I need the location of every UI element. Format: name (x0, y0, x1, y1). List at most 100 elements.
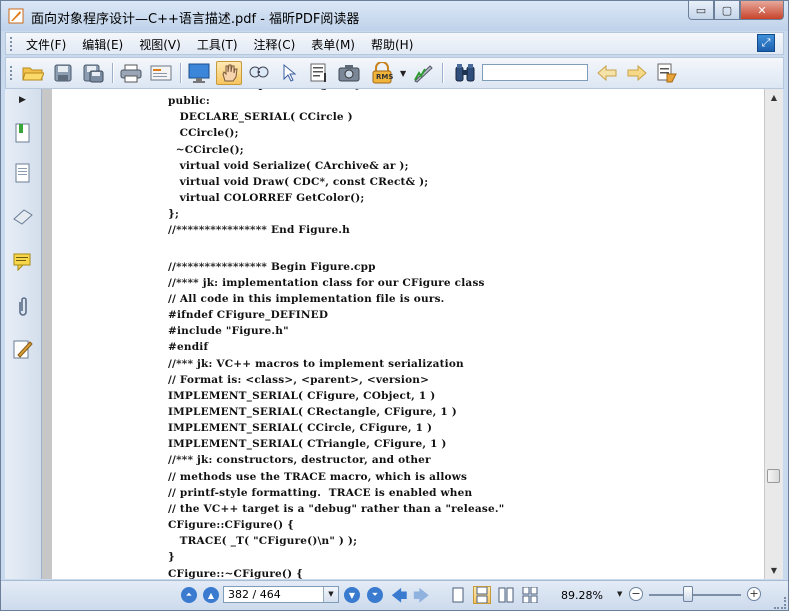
menu-form[interactable]: 表单(M) (311, 36, 355, 53)
code-line: // methods use the TRACE macro, which is… (168, 470, 468, 483)
comments-tab[interactable] (11, 251, 35, 275)
layers-icon (13, 209, 33, 225)
code-line: //**************** End Figure.h (168, 224, 350, 237)
menu-view[interactable]: 视图(V) (139, 36, 181, 53)
zoom-tool-icon (249, 66, 269, 78)
code-line: IMPLEMENT_SERIAL( CFigure, CObject, 1 ) (168, 389, 436, 402)
code-line: IMPLEMENT_SERIAL( CTriangle, CFigure, 1 … (168, 438, 447, 451)
menu-items: 文件(F) 编辑(E) 视图(V) 工具(T) 注释(C) 表单(M) 帮助(H… (26, 36, 429, 53)
facing-pages-icon (498, 587, 514, 603)
menu-tools[interactable]: 工具(T) (197, 36, 238, 53)
toolbar-separator (112, 63, 114, 83)
minimize-button[interactable]: ▭ (688, 1, 714, 20)
restore-view-icon[interactable]: ⤢ (757, 34, 775, 52)
page-indicator: 382 / 464 (228, 588, 281, 601)
hand-tool-button[interactable] (216, 61, 242, 85)
layers-tab[interactable] (11, 205, 35, 229)
page-number-field[interactable]: 382 / 464 ▼ (223, 586, 339, 603)
title-bar[interactable]: 面向对象程序设计—C++语言描述.pdf - 福昕PDF阅读器 ▭ ▢ ✕ (1, 1, 788, 31)
previous-page-button[interactable]: ▲ (203, 587, 219, 603)
facing-view-button[interactable] (497, 586, 515, 604)
toolbar-grip[interactable] (10, 66, 15, 80)
email-icon (150, 65, 172, 81)
first-page-button[interactable]: ⏶ (181, 587, 197, 603)
resize-grip[interactable] (774, 597, 786, 609)
save-as-icon (83, 64, 104, 83)
menu-grip[interactable] (10, 37, 15, 51)
snapshot-button[interactable] (336, 61, 362, 85)
text-select-button[interactable] (306, 61, 332, 85)
menu-comment[interactable]: 注释(C) (254, 36, 296, 53)
prev-result-icon (597, 64, 617, 82)
continuous-facing-view-button[interactable] (521, 586, 539, 604)
fullscreen-icon (188, 63, 210, 83)
scroll-up-arrow[interactable]: ▲ (767, 90, 781, 104)
rms-dropdown-arrow[interactable]: ▼ (400, 69, 406, 78)
highlight-button[interactable] (654, 61, 680, 85)
back-button[interactable]: 🡄 (391, 585, 408, 610)
pages-tab[interactable] (11, 161, 35, 185)
bookmarks-tab[interactable] (11, 121, 35, 145)
attachments-tab[interactable] (11, 295, 35, 319)
code-line: virtual void Serialize( CArchive& ar ); (168, 159, 409, 172)
document-viewport[interactable]: class CCircle : public CFigure {public: … (42, 89, 764, 579)
code-line: virtual void Draw( CDC*, const CRect& ); (168, 175, 429, 188)
code-line: // printf-style formatting. TRACE is ena… (168, 486, 473, 499)
code-line: virtual COLORREF GetColor(); (168, 192, 365, 205)
main-toolbar: RMS ▼ (5, 57, 784, 89)
open-button[interactable] (20, 61, 46, 85)
single-page-view-button[interactable] (449, 586, 467, 604)
zoom-in-button[interactable]: + (747, 587, 761, 601)
paperclip-icon (19, 297, 27, 316)
forward-button[interactable]: 🡆 (413, 585, 430, 610)
panel-collapse-arrow[interactable]: ▶ (19, 95, 26, 105)
fullscreen-button[interactable] (186, 61, 212, 85)
menu-help[interactable]: 帮助(H) (371, 36, 413, 53)
zoom-out-button[interactable]: − (629, 587, 643, 601)
print-button[interactable] (118, 61, 144, 85)
signatures-tab[interactable] (11, 337, 35, 361)
menu-file[interactable]: 文件(F) (26, 36, 66, 53)
code-line: CFigure::CFigure() { (168, 519, 295, 532)
maximize-button[interactable]: ▢ (714, 1, 740, 20)
zoom-dropdown-arrow[interactable]: ▼ (617, 590, 622, 598)
zoom-in-icon: + (749, 587, 759, 600)
save-button[interactable] (50, 61, 76, 85)
find-input[interactable] (482, 64, 588, 81)
text-select-icon (310, 63, 326, 82)
find-next-button[interactable] (624, 61, 650, 85)
menu-edit[interactable]: 编辑(E) (82, 36, 123, 53)
scroll-thumb[interactable] (767, 469, 780, 483)
window-title: 面向对象程序设计—C++语言描述.pdf - 福昕PDF阅读器 (31, 12, 360, 27)
menu-bar: 文件(F) 编辑(E) 视图(V) 工具(T) 注释(C) 表单(M) 帮助(H… (5, 32, 784, 55)
next-page-button[interactable]: ▼ (344, 587, 360, 603)
zoom-slider-thumb[interactable] (682, 586, 693, 602)
close-icon: ✕ (757, 3, 767, 17)
select-button[interactable] (276, 61, 302, 85)
last-page-button[interactable]: ⏷ (367, 587, 383, 603)
zoom-tool-button[interactable] (246, 61, 272, 85)
code-line: IMPLEMENT_SERIAL( CRectangle, CFigure, 1… (168, 406, 457, 418)
page-dropdown-arrow[interactable]: ▼ (323, 587, 338, 602)
continuous-view-button[interactable] (473, 586, 491, 604)
hand-tool-icon (222, 64, 238, 82)
code-line: #ifndef CFigure_DEFINED (168, 309, 329, 322)
code-line: DECLARE_SERIAL( CCircle ) (168, 111, 353, 124)
save-as-button[interactable] (80, 61, 106, 85)
code-line: class CCircle : public CFigure { (168, 89, 359, 91)
vertical-scrollbar[interactable]: ▲ ▼ (764, 89, 783, 579)
zoom-slider-track[interactable] (649, 594, 741, 596)
open-folder-icon (22, 67, 44, 81)
code-line: // the VC++ target is a "debug" rather t… (168, 502, 505, 515)
code-line: TRACE( _T( "CFigure()\n" ) ); (168, 535, 358, 548)
scroll-down-arrow[interactable]: ▼ (767, 563, 781, 577)
maximize-icon: ▢ (721, 3, 733, 17)
foxit-app-icon (8, 8, 24, 24)
close-button[interactable]: ✕ (740, 1, 784, 20)
sign-button[interactable] (410, 61, 436, 85)
code-line: #endif (168, 341, 209, 354)
find-previous-button[interactable] (594, 61, 620, 85)
find-button[interactable] (452, 61, 478, 85)
email-button[interactable] (148, 61, 174, 85)
rms-button[interactable]: RMS (368, 61, 398, 85)
